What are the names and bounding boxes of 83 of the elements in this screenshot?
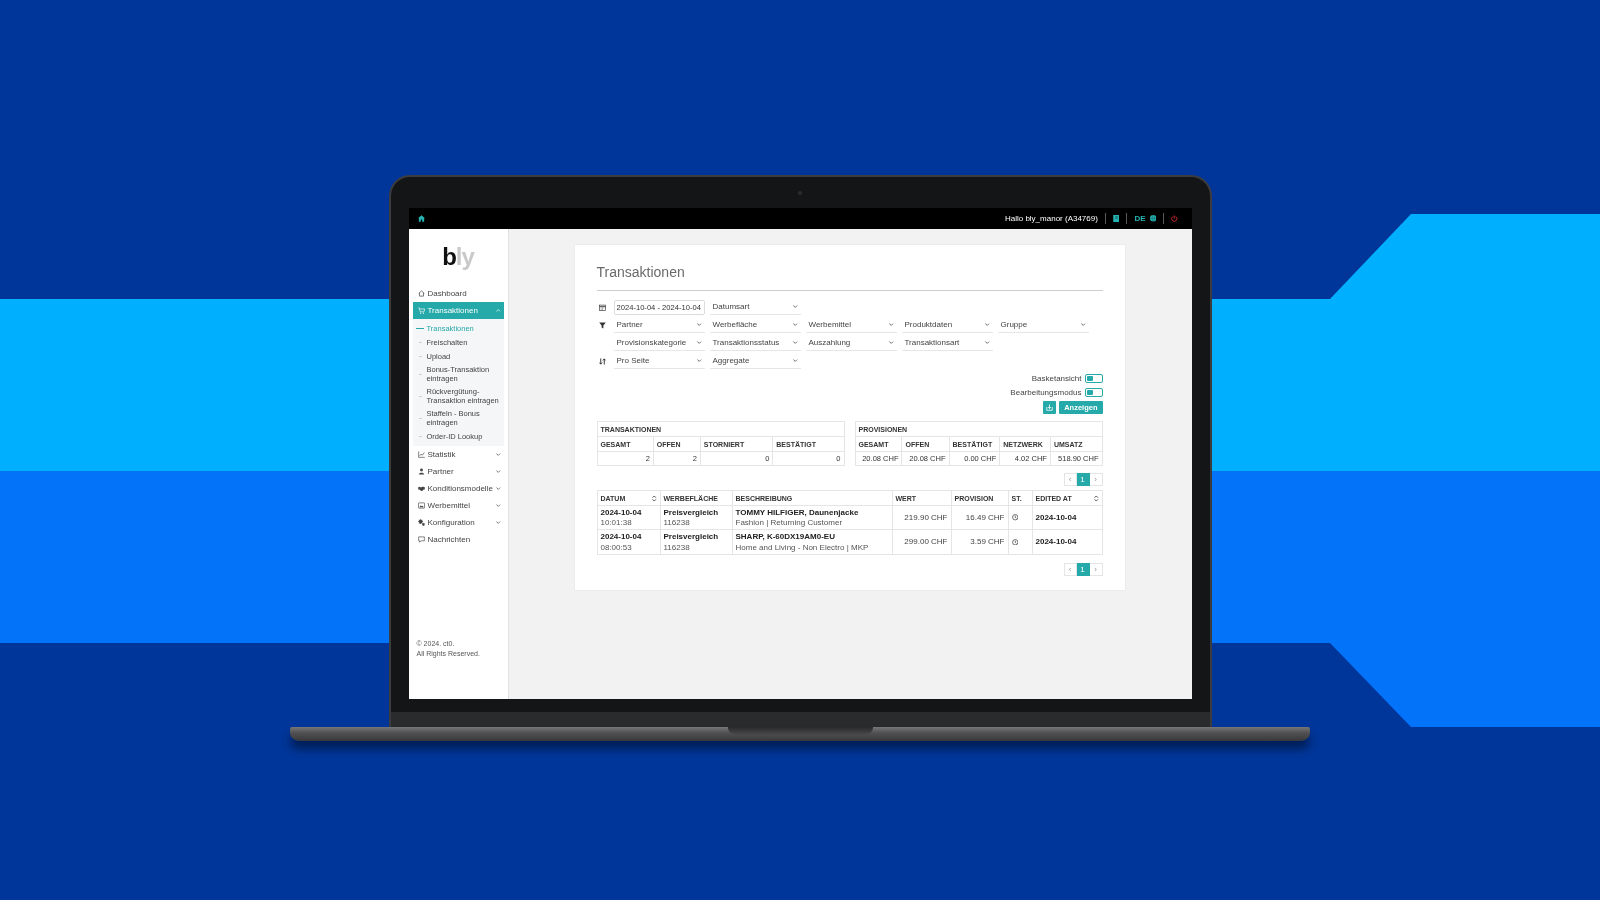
placement-id: 116238 — [663, 542, 690, 552]
home-icon — [417, 290, 425, 297]
toggle-switch[interactable] — [1084, 373, 1103, 383]
chat-icon — [417, 536, 425, 543]
nav-item[interactable]: Konfiguration — [412, 514, 504, 531]
dash-icon — [418, 355, 422, 357]
sort-icon[interactable] — [652, 494, 657, 502]
dropdown[interactable]: Pro Seite — [613, 353, 705, 369]
dropdown[interactable]: Werbemittel — [805, 317, 897, 333]
handshake-icon — [417, 485, 425, 492]
nav-item[interactable]: Dashboard — [412, 285, 504, 302]
person-icon — [417, 468, 425, 475]
home-icon[interactable] — [417, 215, 425, 222]
amount-text: 299.00 CHF — [904, 537, 948, 547]
commission-text: 3.59 CHF — [970, 537, 1005, 547]
edited-date: 2024-10-04 — [1035, 512, 1077, 523]
edited-date: 2024-10-04 — [1035, 537, 1077, 547]
chevron-down-icon — [985, 323, 990, 326]
chevron-down-icon — [985, 341, 990, 344]
calendar-icon — [598, 303, 606, 311]
dropdown[interactable]: Provisionskategorie — [613, 335, 705, 351]
power-icon[interactable] — [1171, 215, 1178, 222]
time-text: 10:01:38 — [600, 518, 632, 528]
book-icon[interactable] — [1112, 215, 1120, 222]
cart-icon — [417, 307, 425, 314]
time-text: 08:00:53 — [600, 542, 632, 552]
dash-icon — [418, 417, 422, 419]
chevron-down-icon — [1081, 323, 1086, 326]
nav-item[interactable]: Konditionsmodelle — [412, 480, 504, 497]
dropdown[interactable]: Auszahlung — [805, 335, 897, 351]
line-chart-icon — [417, 451, 425, 458]
chevron-down-icon — [889, 323, 894, 326]
dropdown[interactable]: Produktdaten — [901, 317, 993, 333]
placement-name: Preisvergleich — [663, 507, 719, 517]
placement-id: 116238 — [663, 518, 690, 528]
language-label[interactable]: DE — [1134, 214, 1146, 223]
chevron-down-icon — [697, 341, 702, 344]
commission-text: 16.49 CHF — [965, 512, 1005, 523]
dash-icon — [418, 435, 422, 437]
placement-name: Preisvergleich — [663, 532, 719, 542]
sort-icon[interactable] — [1094, 494, 1099, 502]
sort-arrows-icon — [598, 357, 606, 365]
chevron-down-icon — [697, 323, 702, 326]
product-title: SHARP, K-60DX19AM0-EU — [735, 532, 835, 542]
dropdown[interactable]: Partner — [613, 317, 705, 333]
dropdown[interactable]: Gruppe — [997, 317, 1089, 333]
dropdown[interactable]: Transaktionsart — [901, 335, 993, 351]
nav-item[interactable]: Nachrichten — [412, 531, 504, 548]
chevron-down-icon — [697, 359, 702, 362]
dash-icon — [418, 341, 422, 343]
download-button[interactable] — [1043, 401, 1057, 414]
toggle-switch[interactable] — [1084, 387, 1103, 397]
switch-label: Basketansicht — [1031, 373, 1082, 383]
product-category: Home and Living - Non Electro | MKP — [735, 542, 869, 552]
chevron-down-icon — [889, 341, 894, 344]
chevron-down-icon — [793, 341, 798, 344]
switch-label: Bearbeitungsmodus — [1010, 387, 1082, 397]
date-text: 2024-10-04 — [600, 507, 642, 517]
product-category: Fashion | Returning Customer — [735, 518, 843, 528]
date-text: 2024-10-04 — [600, 532, 642, 542]
nav-item[interactable]: Werbemittel — [412, 497, 504, 514]
chevron-down-icon — [793, 359, 798, 362]
download-icon — [1046, 404, 1054, 411]
dash-icon — [415, 327, 424, 329]
amount-text: 219.90 CHF — [904, 512, 948, 523]
filter-icon — [598, 321, 606, 329]
globe-icon[interactable] — [1149, 215, 1156, 222]
nav-item[interactable]: Partner — [412, 463, 504, 480]
dash-icon — [418, 395, 422, 397]
dropdown[interactable]: Transaktionsstatus — [709, 335, 801, 351]
logo: bly — [442, 245, 474, 269]
dropdown[interactable]: Werbefläche — [709, 317, 801, 333]
chevron-down-icon — [793, 323, 798, 326]
image-icon — [417, 502, 425, 509]
page-title: Transaktionen — [596, 264, 685, 281]
dash-icon — [418, 373, 422, 375]
dropdown[interactable]: Aggregate — [709, 353, 801, 369]
greeting-text: Hallo bly_manor (A34769) — [1004, 214, 1098, 223]
gears-icon — [417, 519, 425, 526]
dropdown[interactable]: Datumsart — [709, 299, 801, 315]
nav-item[interactable]: Statistik — [412, 446, 504, 463]
product-title: TOMMY HILFIGER, Daunenjacke — [735, 507, 859, 517]
chevron-down-icon — [793, 305, 798, 308]
